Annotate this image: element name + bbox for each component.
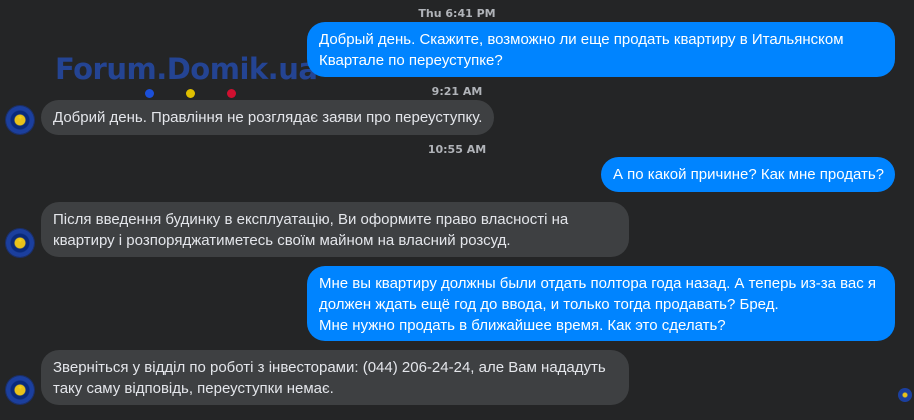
seen-avatar-icon <box>898 388 912 402</box>
message-line: Квартале по переуступке? <box>319 52 503 69</box>
contact-avatar[interactable]: ✦ <box>6 376 34 404</box>
message-line: Добрый день. Скажите, возможно ли еще пр… <box>319 31 844 48</box>
message-line: Після введення будинку в експлуатацію, В… <box>53 211 569 228</box>
message-line: Мне вы квартиру должны были отдать полто… <box>319 275 877 292</box>
timestamp: 9:21 AM <box>431 85 483 98</box>
message-line: Мне нужно продать в ближайшее время. Как… <box>319 317 726 334</box>
message-line: таку саму відповідь, переуступки немає. <box>53 380 334 397</box>
outgoing-message[interactable]: А по какой причине? Как мне продать? <box>601 157 895 192</box>
incoming-message[interactable]: Після введення будинку в експлуатацію, В… <box>41 202 629 257</box>
contact-avatar[interactable]: ✦ <box>6 229 34 257</box>
message-line: должен ждать ещё год до ввода, и только … <box>319 296 779 313</box>
message-line: Добрий день. Правління не розглядає заяв… <box>53 109 483 126</box>
contact-avatar[interactable]: ✦ <box>6 106 34 134</box>
message-line: Зверніться у відділ по роботі з інвестор… <box>53 359 606 376</box>
timestamp: Thu 6:41 PM <box>418 7 496 20</box>
outgoing-message[interactable]: Добрый день. Скажите, возможно ли еще пр… <box>307 22 895 77</box>
incoming-message[interactable]: Зверніться у відділ по роботі з інвестор… <box>41 350 629 405</box>
outgoing-message[interactable]: Мне вы квартиру должны были отдать полто… <box>307 266 895 341</box>
message-line: квартиру і розпоряджатиметесь своїм майн… <box>53 232 511 249</box>
watermark-logo: Forum.Domik.ua <box>55 52 318 86</box>
message-line: А по какой причине? Как мне продать? <box>613 166 885 183</box>
timestamp: 10:55 AM <box>427 143 487 156</box>
incoming-message[interactable]: Добрий день. Правління не розглядає заяв… <box>41 100 494 135</box>
